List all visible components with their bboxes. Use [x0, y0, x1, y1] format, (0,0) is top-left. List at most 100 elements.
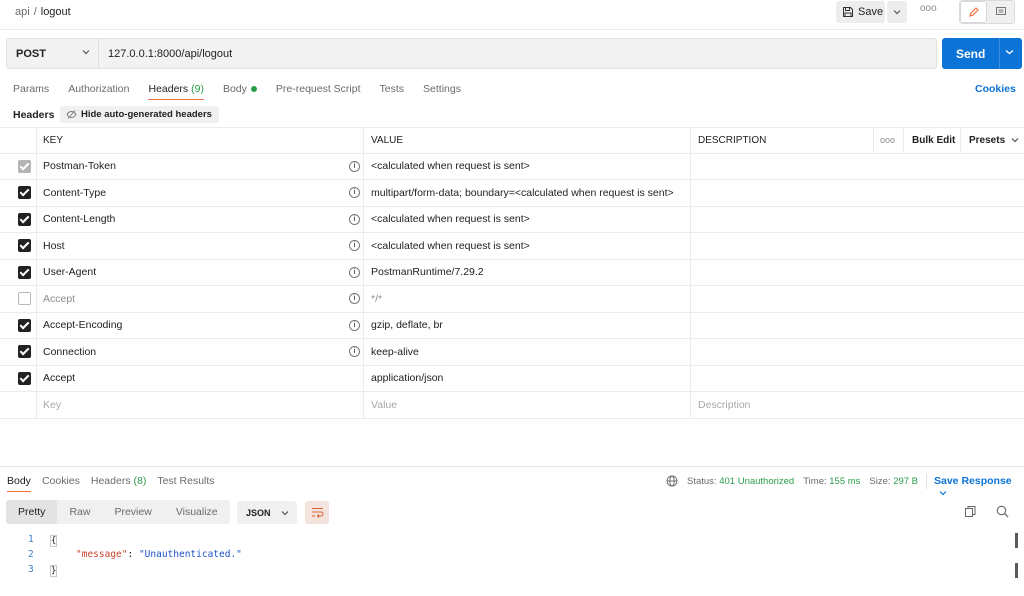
time-label: Time:	[803, 475, 827, 487]
chevron-down-icon	[82, 50, 90, 55]
header-key[interactable]: Postman-Token	[43, 154, 116, 180]
tab-settings[interactable]: Settings	[423, 83, 461, 101]
header-key[interactable]: Connection	[43, 339, 96, 365]
response-tab-body[interactable]: Body	[7, 475, 31, 492]
more-options-icon[interactable]: ooo	[920, 3, 937, 14]
header-key[interactable]: Host	[43, 233, 65, 259]
info-icon[interactable]: i	[349, 187, 360, 198]
globe-icon[interactable]	[666, 475, 678, 487]
new-key-input[interactable]: Key	[43, 392, 61, 418]
breadcrumb-parent[interactable]: api	[15, 6, 30, 18]
breadcrumb-current[interactable]: logout	[41, 6, 71, 18]
info-icon[interactable]: i	[349, 346, 360, 357]
format-raw[interactable]: Raw	[57, 500, 102, 524]
send-divider	[999, 38, 1000, 69]
save-options-button[interactable]	[887, 1, 907, 23]
wrap-lines-button[interactable]	[305, 501, 329, 524]
tab-body[interactable]: Body	[223, 83, 257, 101]
language-label: JSON	[246, 507, 271, 518]
response-status-bar: Status: 401 Unauthorized Time: 155 ms Si…	[666, 475, 918, 487]
format-visualize[interactable]: Visualize	[164, 500, 230, 524]
tab-params[interactable]: Params	[13, 83, 49, 101]
time-value[interactable]: 155 ms	[829, 476, 860, 487]
save-button[interactable]: Save	[836, 1, 885, 23]
header-key[interactable]: Content-Length	[43, 207, 115, 233]
header-key[interactable]: Accept	[43, 286, 75, 312]
header-value[interactable]: keep-alive	[371, 339, 419, 365]
close-brace: }	[50, 565, 57, 577]
table-row: Connection i keep-alive	[0, 339, 1024, 366]
header-enabled-checkbox[interactable]	[18, 345, 31, 358]
method-label: POST	[16, 47, 46, 60]
language-select[interactable]: JSON	[237, 501, 297, 524]
header-enabled-checkbox[interactable]	[18, 292, 31, 305]
info-icon[interactable]: i	[349, 266, 360, 278]
header-key[interactable]: Accept	[43, 366, 75, 392]
send-label: Send	[956, 47, 986, 61]
header-value[interactable]: gzip, deflate, br	[371, 313, 443, 339]
line-number: 1	[28, 534, 34, 545]
presets-label: Presets	[969, 134, 1006, 146]
info-icon[interactable]: i	[349, 213, 360, 225]
tab-authorization[interactable]: Authorization	[68, 83, 129, 101]
header-key[interactable]: Content-Type	[43, 180, 106, 206]
header-enabled-checkbox[interactable]	[18, 186, 31, 199]
save-response-button[interactable]: Save Response	[934, 475, 1024, 499]
format-preview[interactable]: Preview	[102, 500, 163, 524]
code-line: "message": "Unauthenticated."	[76, 549, 242, 560]
presets-dropdown[interactable]: Presets	[969, 128, 1019, 153]
send-button[interactable]: Send	[942, 38, 1022, 69]
tab-headers[interactable]: Headers (9)	[148, 83, 205, 101]
bulk-edit-button[interactable]: Bulk Edit	[912, 128, 955, 153]
response-tab-headers[interactable]: Headers (8)	[91, 475, 146, 487]
header-value[interactable]: <calculated when request is sent>	[371, 154, 530, 180]
cookies-link[interactable]: Cookies	[975, 83, 1016, 95]
url-input[interactable]: 127.0.0.1:8000/api/logout	[108, 48, 232, 60]
response-divider	[0, 466, 1024, 467]
header-enabled-checkbox[interactable]	[18, 318, 31, 332]
header-key[interactable]: Accept-Encoding	[43, 313, 122, 339]
header-value[interactable]: PostmanRuntime/7.29.2	[371, 260, 484, 286]
header-enabled-checkbox[interactable]	[18, 239, 31, 252]
edit-mode-button[interactable]	[960, 1, 987, 23]
header-value[interactable]: <calculated when request is sent>	[371, 207, 530, 233]
search-icon[interactable]	[996, 505, 1009, 518]
tab-tests[interactable]: Tests	[380, 83, 405, 101]
header-enabled-checkbox[interactable]	[18, 265, 31, 279]
format-pretty[interactable]: Pretty	[6, 500, 58, 524]
comments-mode-button[interactable]	[987, 1, 1014, 23]
header-value[interactable]: multipart/form-data; boundary=<calculate…	[371, 180, 674, 206]
info-icon[interactable]: i	[349, 240, 360, 251]
column-header-description: DESCRIPTION	[698, 134, 767, 146]
header-enabled-checkbox[interactable]	[18, 371, 31, 385]
scrollbar[interactable]	[1015, 533, 1018, 548]
tab-pre-request-script[interactable]: Pre-request Script	[276, 83, 361, 101]
json-colon: :	[127, 549, 139, 560]
view-mode-toggle[interactable]	[959, 0, 1015, 24]
header-enabled-checkbox[interactable]	[18, 212, 31, 226]
scrollbar[interactable]	[1015, 563, 1018, 578]
header-value[interactable]: <calculated when request is sent>	[371, 233, 530, 259]
info-icon[interactable]: i	[349, 160, 360, 172]
method-select[interactable]: POST	[7, 39, 99, 68]
header-enabled-checkbox[interactable]	[18, 159, 31, 173]
wrap-lines-icon	[311, 507, 324, 518]
column-options-icon[interactable]: ooo	[880, 128, 895, 153]
json-value: "Unauthenticated."	[138, 549, 242, 560]
column-header-key: KEY	[43, 134, 64, 146]
new-description-input[interactable]: Description	[698, 392, 751, 418]
header-value[interactable]: */*	[371, 286, 382, 312]
hide-auto-headers-button[interactable]: Hide auto-generated headers	[60, 106, 219, 123]
status-value[interactable]: 401 Unauthorized	[719, 476, 794, 487]
response-tab-cookies[interactable]: Cookies	[42, 475, 80, 487]
chevron-down-icon[interactable]	[1005, 49, 1014, 55]
response-tab-test-results[interactable]: Test Results	[157, 475, 214, 487]
copy-icon[interactable]	[964, 505, 977, 518]
size-value[interactable]: 297 B	[893, 476, 918, 487]
header-value[interactable]: application/json	[371, 366, 443, 392]
header-key[interactable]: User-Agent	[43, 260, 96, 286]
new-value-input[interactable]: Value	[371, 392, 397, 418]
response-tabs: Body Cookies Headers (8) Test Results	[7, 475, 226, 492]
info-icon[interactable]: i	[349, 319, 360, 331]
info-icon[interactable]: i	[349, 293, 360, 304]
